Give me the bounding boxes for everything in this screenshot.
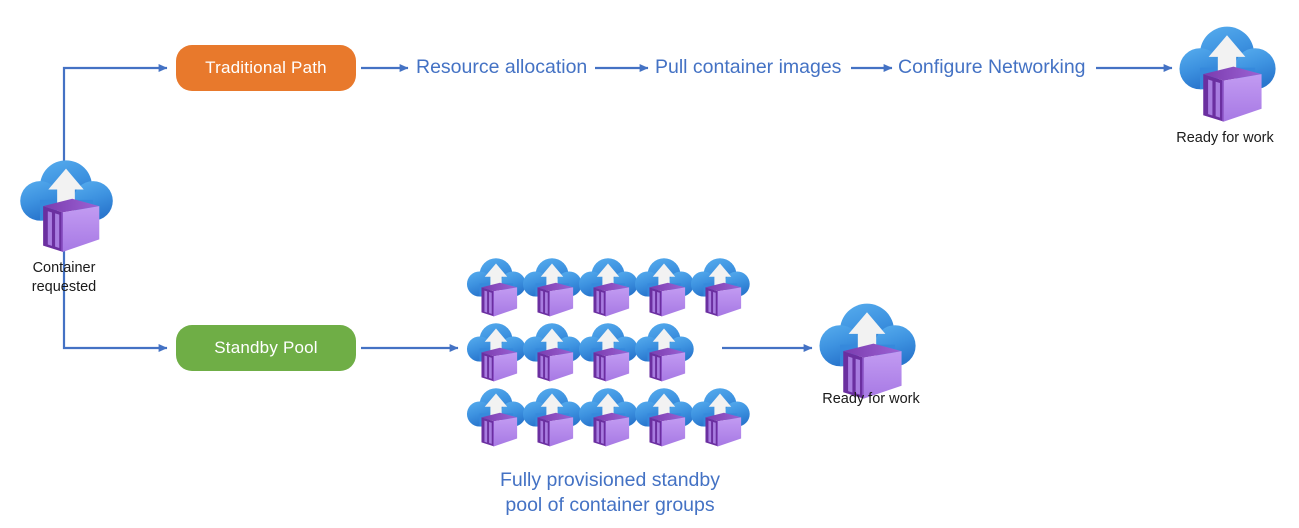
ready-for-work-label-top: Ready for work bbox=[1176, 130, 1274, 146]
azure-container-instance-icon-ready-top bbox=[1173, 18, 1281, 126]
traditional-path-node[interactable]: Traditional Path bbox=[176, 45, 356, 91]
ready-for-work-label-bottom: Ready for work bbox=[822, 391, 920, 407]
step-pull-container-images: Pull container images bbox=[655, 56, 842, 78]
azure-container-instance-icon bbox=[14, 152, 118, 256]
azure-container-instance-icon bbox=[631, 318, 697, 384]
step-resource-allocation: Resource allocation bbox=[416, 56, 588, 78]
standby-pool-node[interactable]: Standby Pool bbox=[176, 325, 356, 371]
azure-container-instance-icon-ready-bottom bbox=[813, 295, 921, 403]
azure-container-instance-icon bbox=[687, 253, 753, 319]
azure-container-instance-icon bbox=[687, 383, 753, 449]
step-configure-networking: Configure Networking bbox=[898, 56, 1086, 78]
container-requested-label: Container requested bbox=[31, 260, 97, 295]
standby-pool-label: Standby Pool bbox=[214, 338, 318, 357]
standby-pool-caption: Fully provisioned standby pool of contai… bbox=[499, 469, 721, 516]
traditional-path-label: Traditional Path bbox=[205, 58, 327, 77]
